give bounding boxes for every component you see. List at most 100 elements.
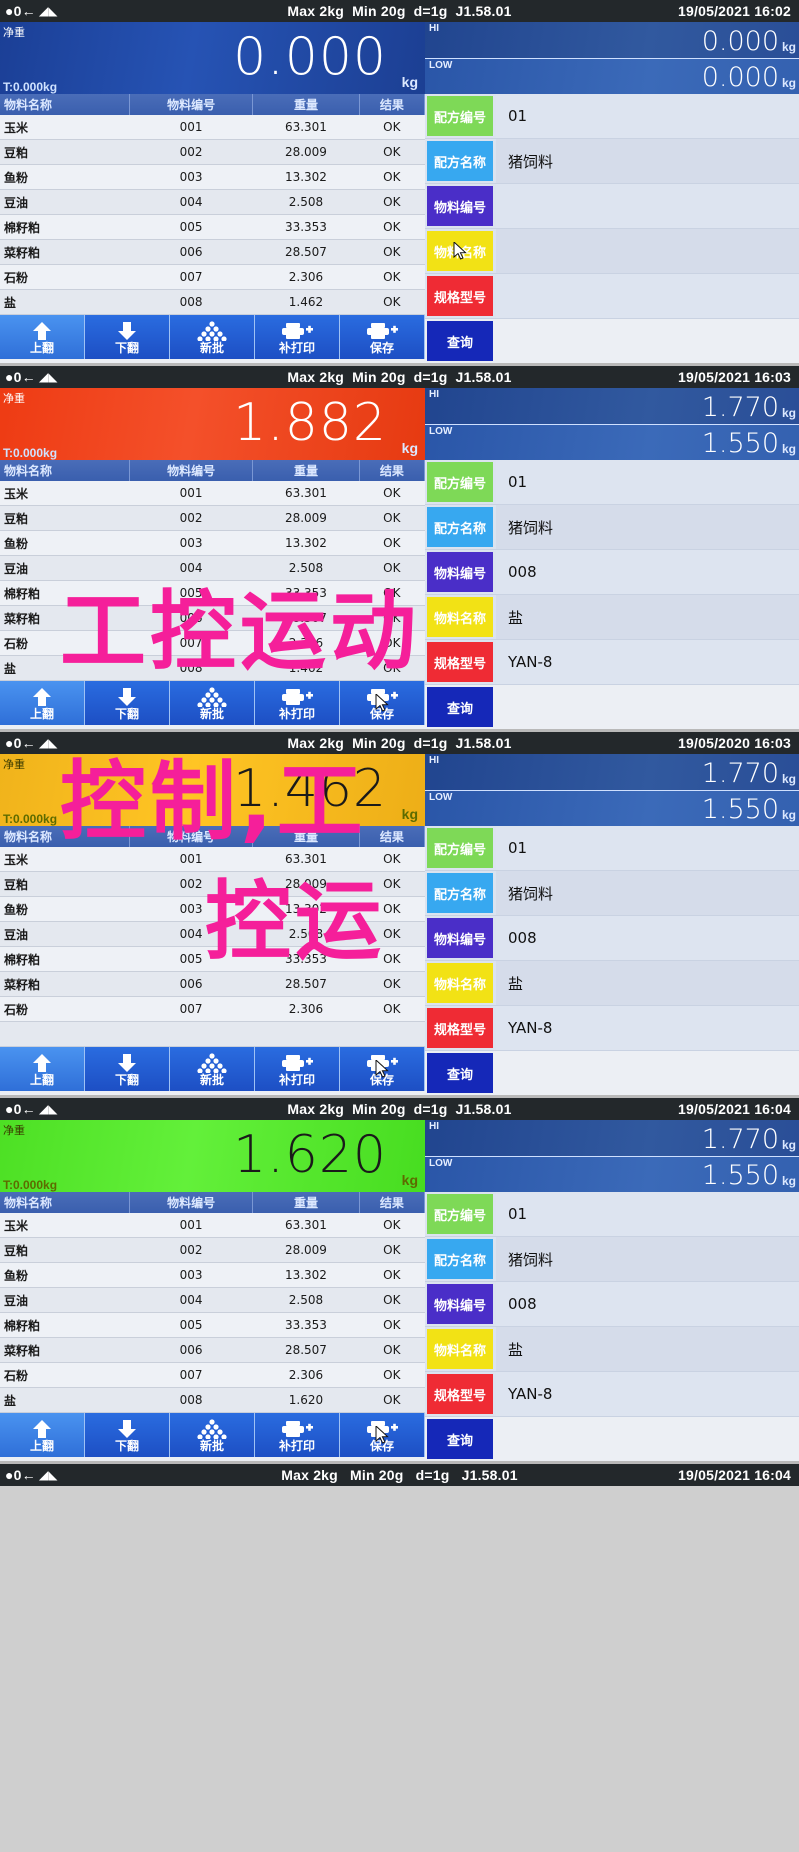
table-row[interactable]: 石粉 007 2.306 OK [0, 264, 425, 290]
field-row-material_no[interactable]: 物料编号 008 [425, 550, 799, 595]
field-tag-material_no[interactable]: 物料编号 [427, 1284, 493, 1324]
table-row[interactable]: 玉米 001 63.301 OK [0, 1213, 425, 1238]
table-row[interactable]: 菜籽粕 006 28.507 OK [0, 971, 425, 997]
table-row[interactable]: 石粉 007 2.306 OK [0, 1362, 425, 1388]
field-tag-spec_model[interactable]: 规格型号 [427, 642, 493, 682]
table-row[interactable]: 盐 008 1.462 OK [0, 289, 425, 315]
table-row[interactable]: 棉籽粕 005 33.353 OK [0, 946, 425, 972]
toolbar-page-down-button[interactable]: 下翻 [85, 1413, 170, 1457]
field-row-recipe_no[interactable]: 配方编号 01 [425, 1192, 799, 1237]
table-row[interactable] [0, 1021, 425, 1047]
field-row-recipe_no[interactable]: 配方编号 01 [425, 460, 799, 505]
table-row[interactable]: 豆粕 002 28.009 OK [0, 139, 425, 165]
field-value-material_name[interactable]: 盐 [496, 595, 799, 639]
field-tag-material_no[interactable]: 物料编号 [427, 552, 493, 592]
toolbar-reprint-button[interactable]: 补打印 [255, 1413, 340, 1457]
table-row[interactable]: 鱼粉 003 13.302 OK [0, 164, 425, 190]
field-row-recipe_name[interactable]: 配方名称 猪饲料 [425, 871, 799, 916]
table-row[interactable]: 豆油 004 2.508 OK [0, 921, 425, 947]
field-value-recipe_name[interactable]: 猪饲料 [496, 871, 799, 915]
table-row[interactable]: 鱼粉 003 13.302 OK [0, 530, 425, 556]
toolbar-page-up-button[interactable]: 上翻 [0, 1047, 85, 1091]
table-row[interactable]: 盐 008 1.462 OK [0, 655, 425, 681]
field-value-material_no[interactable]: 008 [496, 1282, 799, 1326]
field-value-material_no[interactable]: 008 [496, 916, 799, 960]
field-tag-recipe_no[interactable]: 配方编号 [427, 1194, 493, 1234]
toolbar-new-batch-button[interactable]: 新批 [170, 681, 255, 725]
table-row[interactable]: 豆粕 002 28.009 OK [0, 871, 425, 897]
field-tag-spec_model[interactable]: 规格型号 [427, 1008, 493, 1048]
toolbar-reprint-button[interactable]: 补打印 [255, 315, 340, 359]
field-value-material_name[interactable]: 盐 [496, 961, 799, 1005]
field-value-material_name[interactable]: 盐 [496, 1327, 799, 1371]
table-row[interactable]: 玉米 001 63.301 OK [0, 115, 425, 140]
table-row[interactable]: 玉米 001 63.301 OK [0, 847, 425, 872]
toolbar-page-up-button[interactable]: 上翻 [0, 315, 85, 359]
toolbar-reprint-button[interactable]: 补打印 [255, 1047, 340, 1091]
field-row-recipe_no[interactable]: 配方编号 01 [425, 826, 799, 871]
query-button[interactable]: 查询 [427, 687, 493, 727]
field-row-material_no[interactable]: 物料编号 008 [425, 1282, 799, 1327]
field-row-recipe_name[interactable]: 配方名称 猪饲料 [425, 505, 799, 550]
field-value-recipe_name[interactable]: 猪饲料 [496, 505, 799, 549]
field-row-material_no[interactable]: 物料编号 008 [425, 916, 799, 961]
field-tag-recipe_name[interactable]: 配方名称 [427, 507, 493, 547]
field-tag-material_no[interactable]: 物料编号 [427, 186, 493, 226]
field-tag-recipe_name[interactable]: 配方名称 [427, 873, 493, 913]
table-row[interactable]: 石粉 007 2.306 OK [0, 996, 425, 1022]
query-button[interactable]: 查询 [427, 1419, 493, 1459]
toolbar-new-batch-button[interactable]: 新批 [170, 1047, 255, 1091]
field-row-spec_model[interactable]: 规格型号 YAN-8 [425, 1006, 799, 1051]
field-tag-spec_model[interactable]: 规格型号 [427, 276, 493, 316]
field-tag-material_name[interactable]: 物料名称 [427, 963, 493, 1003]
field-tag-recipe_name[interactable]: 配方名称 [427, 141, 493, 181]
table-row[interactable]: 棉籽粕 005 33.353 OK [0, 214, 425, 240]
toolbar-page-down-button[interactable]: 下翻 [85, 315, 170, 359]
field-value-recipe_no[interactable]: 01 [496, 1192, 799, 1236]
field-value-material_name[interactable] [496, 229, 799, 273]
field-row-material_name[interactable]: 物料名称 [425, 229, 799, 274]
field-value-recipe_no[interactable]: 01 [496, 826, 799, 870]
field-value-spec_model[interactable]: YAN-8 [496, 640, 799, 684]
toolbar-page-down-button[interactable]: 下翻 [85, 1047, 170, 1091]
field-tag-recipe_no[interactable]: 配方编号 [427, 96, 493, 136]
toolbar-page-up-button[interactable]: 上翻 [0, 1413, 85, 1457]
table-row[interactable]: 豆粕 002 28.009 OK [0, 505, 425, 531]
toolbar-reprint-button[interactable]: 补打印 [255, 681, 340, 725]
table-row[interactable]: 豆油 004 2.508 OK [0, 555, 425, 581]
field-tag-recipe_name[interactable]: 配方名称 [427, 1239, 493, 1279]
field-value-spec_model[interactable]: YAN-8 [496, 1006, 799, 1050]
toolbar-save-button[interactable]: 保存 [340, 1413, 425, 1457]
table-row[interactable]: 豆油 004 2.508 OK [0, 1287, 425, 1313]
toolbar-new-batch-button[interactable]: 新批 [170, 315, 255, 359]
toolbar-save-button[interactable]: 保存 [340, 681, 425, 725]
table-row[interactable]: 鱼粉 003 13.302 OK [0, 1262, 425, 1288]
field-tag-recipe_no[interactable]: 配方编号 [427, 462, 493, 502]
toolbar-new-batch-button[interactable]: 新批 [170, 1413, 255, 1457]
field-tag-material_name[interactable]: 物料名称 [427, 1329, 493, 1369]
field-row-material_name[interactable]: 物料名称盐 [425, 595, 799, 640]
query-button[interactable]: 查询 [427, 321, 493, 361]
field-row-material_name[interactable]: 物料名称盐 [425, 961, 799, 1006]
field-value-material_no[interactable] [496, 184, 799, 228]
field-value-recipe_no[interactable]: 01 [496, 460, 799, 504]
field-value-spec_model[interactable]: YAN-8 [496, 1372, 799, 1416]
field-tag-material_name[interactable]: 物料名称 [427, 597, 493, 637]
toolbar-save-button[interactable]: 保存 [340, 315, 425, 359]
toolbar-page-down-button[interactable]: 下翻 [85, 681, 170, 725]
table-row[interactable]: 菜籽粕 006 28.507 OK [0, 605, 425, 631]
field-value-material_no[interactable]: 008 [496, 550, 799, 594]
field-tag-spec_model[interactable]: 规格型号 [427, 1374, 493, 1414]
table-row[interactable]: 石粉 007 2.306 OK [0, 630, 425, 656]
field-value-spec_model[interactable] [496, 274, 799, 318]
field-value-recipe_name[interactable]: 猪饲料 [496, 139, 799, 183]
field-tag-recipe_no[interactable]: 配方编号 [427, 828, 493, 868]
table-row[interactable]: 菜籽粕 006 28.507 OK [0, 1337, 425, 1363]
table-row[interactable]: 豆油 004 2.508 OK [0, 189, 425, 215]
toolbar-page-up-button[interactable]: 上翻 [0, 681, 85, 725]
query-button[interactable]: 查询 [427, 1053, 493, 1093]
field-row-material_name[interactable]: 物料名称盐 [425, 1327, 799, 1372]
field-row-recipe_no[interactable]: 配方编号 01 [425, 94, 799, 139]
field-row-spec_model[interactable]: 规格型号 YAN-8 [425, 1372, 799, 1417]
field-row-material_no[interactable]: 物料编号 [425, 184, 799, 229]
